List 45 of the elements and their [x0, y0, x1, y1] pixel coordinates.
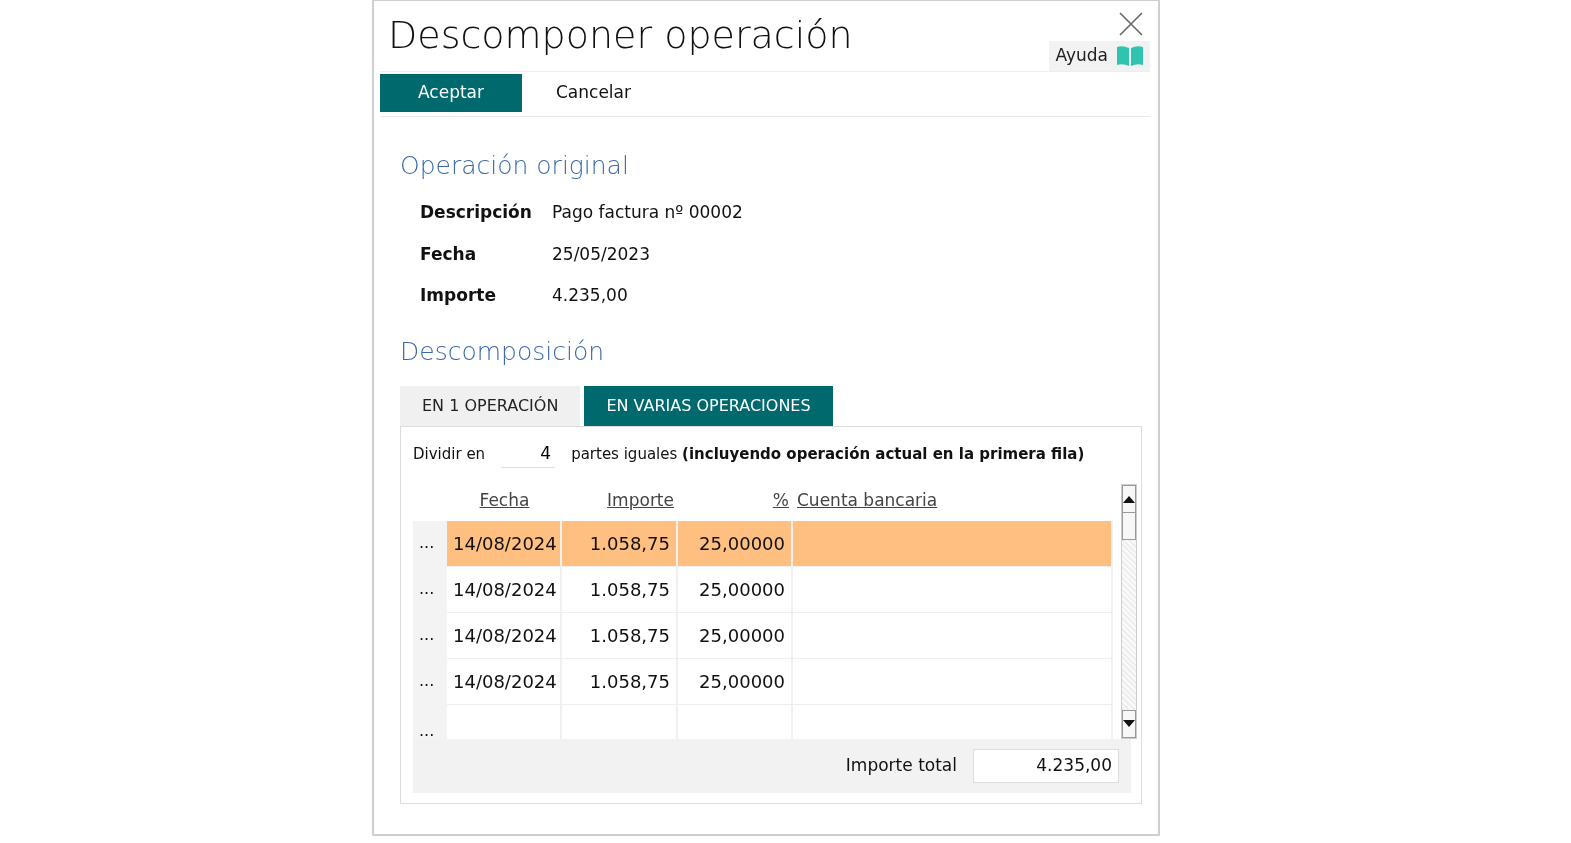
help-button[interactable]: Ayuda [1049, 41, 1150, 71]
accept-button[interactable]: Aceptar [380, 73, 522, 112]
column-header[interactable]: Importe [607, 487, 674, 513]
row-menu-marker[interactable]: ... [413, 521, 447, 567]
split-description: partes iguales (incluyendo operación actual en la primera fila) [571, 444, 1085, 465]
field-value: 4.235,00 [552, 284, 628, 307]
row-menu-marker[interactable]: ... [413, 705, 447, 739]
table-cell: 25,00000 [678, 567, 793, 613]
field-value: Pago factura nº 00002 [552, 201, 743, 224]
table-cell: 25,00000 [678, 659, 793, 705]
book-icon [1116, 44, 1144, 67]
row-menu-marker[interactable]: ... [413, 567, 447, 613]
scrollbar-thumb[interactable] [1122, 511, 1136, 540]
total-label: Importe total [845, 754, 957, 777]
close-icon[interactable] [1118, 11, 1144, 37]
table-cell: 14/08/2024 [447, 521, 562, 567]
scroll-down-icon[interactable] [1122, 710, 1136, 738]
field-label: Importe [420, 284, 497, 307]
dialog-title: Descomponer operación [387, 12, 853, 59]
column-header[interactable]: Cuenta bancaria [797, 487, 938, 513]
section-heading: Operación original [400, 149, 630, 182]
table-cell: 25,00000 [678, 613, 793, 659]
row-menu-marker[interactable]: ... [413, 659, 447, 705]
table-cell: 14/08/2024 [447, 613, 562, 659]
scrollbar[interactable] [1121, 483, 1137, 739]
cancel-button[interactable]: Cancelar [522, 79, 665, 106]
scroll-up-icon[interactable] [1122, 484, 1136, 513]
tab[interactable]: EN VARIAS OPERACIONES [584, 386, 833, 426]
column-header[interactable]: % [772, 487, 789, 513]
table-cell: 14/08/2024 [447, 659, 562, 705]
split-label: Dividir en [413, 444, 486, 465]
table-cell: 1.058,75 [562, 521, 678, 567]
column-header[interactable]: Fecha [479, 487, 530, 513]
field-value: 25/05/2023 [552, 242, 650, 266]
table-cell: 1.058,75 [562, 613, 678, 659]
total-field: 4.235,00 [973, 749, 1119, 783]
table-cell: 1.058,75 [562, 659, 678, 705]
table-cell: 25,00000 [678, 521, 793, 567]
tab[interactable]: EN 1 OPERACIÓN [400, 386, 581, 426]
section-heading: Descomposición [400, 335, 606, 368]
field-label: Fecha [420, 242, 478, 266]
table-cell: 14/08/2024 [447, 567, 562, 613]
row-menu-marker[interactable]: ... [413, 613, 447, 659]
field-label: Descripción [420, 201, 533, 224]
table-cell: 1.058,75 [562, 567, 678, 613]
